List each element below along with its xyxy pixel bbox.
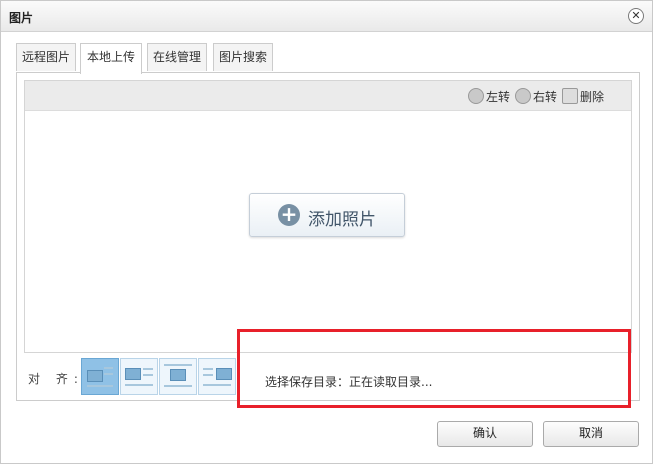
align-right-button[interactable] — [198, 358, 236, 395]
image-icon — [216, 368, 232, 380]
tab-local-upload[interactable]: 本地上传 — [80, 43, 142, 74]
align-label: 对 齐: — [28, 372, 84, 386]
align-none-button[interactable] — [81, 358, 119, 395]
delete-label: 删除 — [580, 90, 605, 104]
text-line-icon — [203, 374, 213, 376]
align-left-button[interactable] — [120, 358, 158, 395]
rotate-right-icon — [515, 88, 531, 104]
dialog-title: 图片 — [9, 11, 34, 25]
dialog-titlebar: 图片 ✕ — [1, 1, 652, 32]
add-photo-label: 添加照片 — [308, 210, 376, 230]
confirm-button[interactable]: 确认 — [437, 421, 533, 447]
close-icon[interactable]: ✕ — [628, 8, 644, 24]
plus-icon: + — [278, 204, 300, 226]
image-dialog: 图片 ✕ 远程图片 本地上传 在线管理 图片搜索 左转 右转 删除 + 添加照片… — [0, 0, 653, 464]
delete-icon — [562, 88, 578, 104]
upload-area: 左转 右转 删除 + 添加照片 — [24, 80, 632, 353]
tab-image-search[interactable]: 图片搜索 — [213, 43, 273, 71]
image-toolbar: 左转 右转 删除 — [25, 81, 631, 111]
text-line-icon — [104, 373, 113, 375]
rotate-right-label: 右转 — [533, 90, 558, 104]
rotate-left-icon — [468, 88, 484, 104]
text-line-icon — [87, 385, 113, 387]
rotate-left-label: 左转 — [486, 90, 511, 104]
text-line-icon — [104, 367, 113, 369]
text-line-icon — [143, 374, 153, 376]
image-icon — [87, 370, 103, 382]
rotate-left-button[interactable]: 左转 — [468, 88, 510, 104]
tab-remote-image[interactable]: 远程图片 — [16, 43, 76, 71]
tab-online-manage[interactable]: 在线管理 — [147, 43, 207, 71]
align-center-button[interactable] — [159, 358, 197, 395]
text-line-icon — [164, 385, 192, 387]
delete-button[interactable]: 删除 — [562, 88, 604, 104]
text-line-icon — [203, 384, 231, 386]
cancel-button[interactable]: 取消 — [543, 421, 639, 447]
highlight-annotation — [237, 329, 631, 408]
text-line-icon — [203, 368, 213, 370]
add-photo-button[interactable]: + 添加照片 — [249, 193, 405, 237]
text-line-icon — [143, 368, 153, 370]
image-icon — [125, 368, 141, 380]
text-line-icon — [125, 384, 153, 386]
image-icon — [170, 369, 186, 381]
rotate-right-button[interactable]: 右转 — [515, 88, 557, 104]
text-line-icon — [164, 364, 192, 366]
